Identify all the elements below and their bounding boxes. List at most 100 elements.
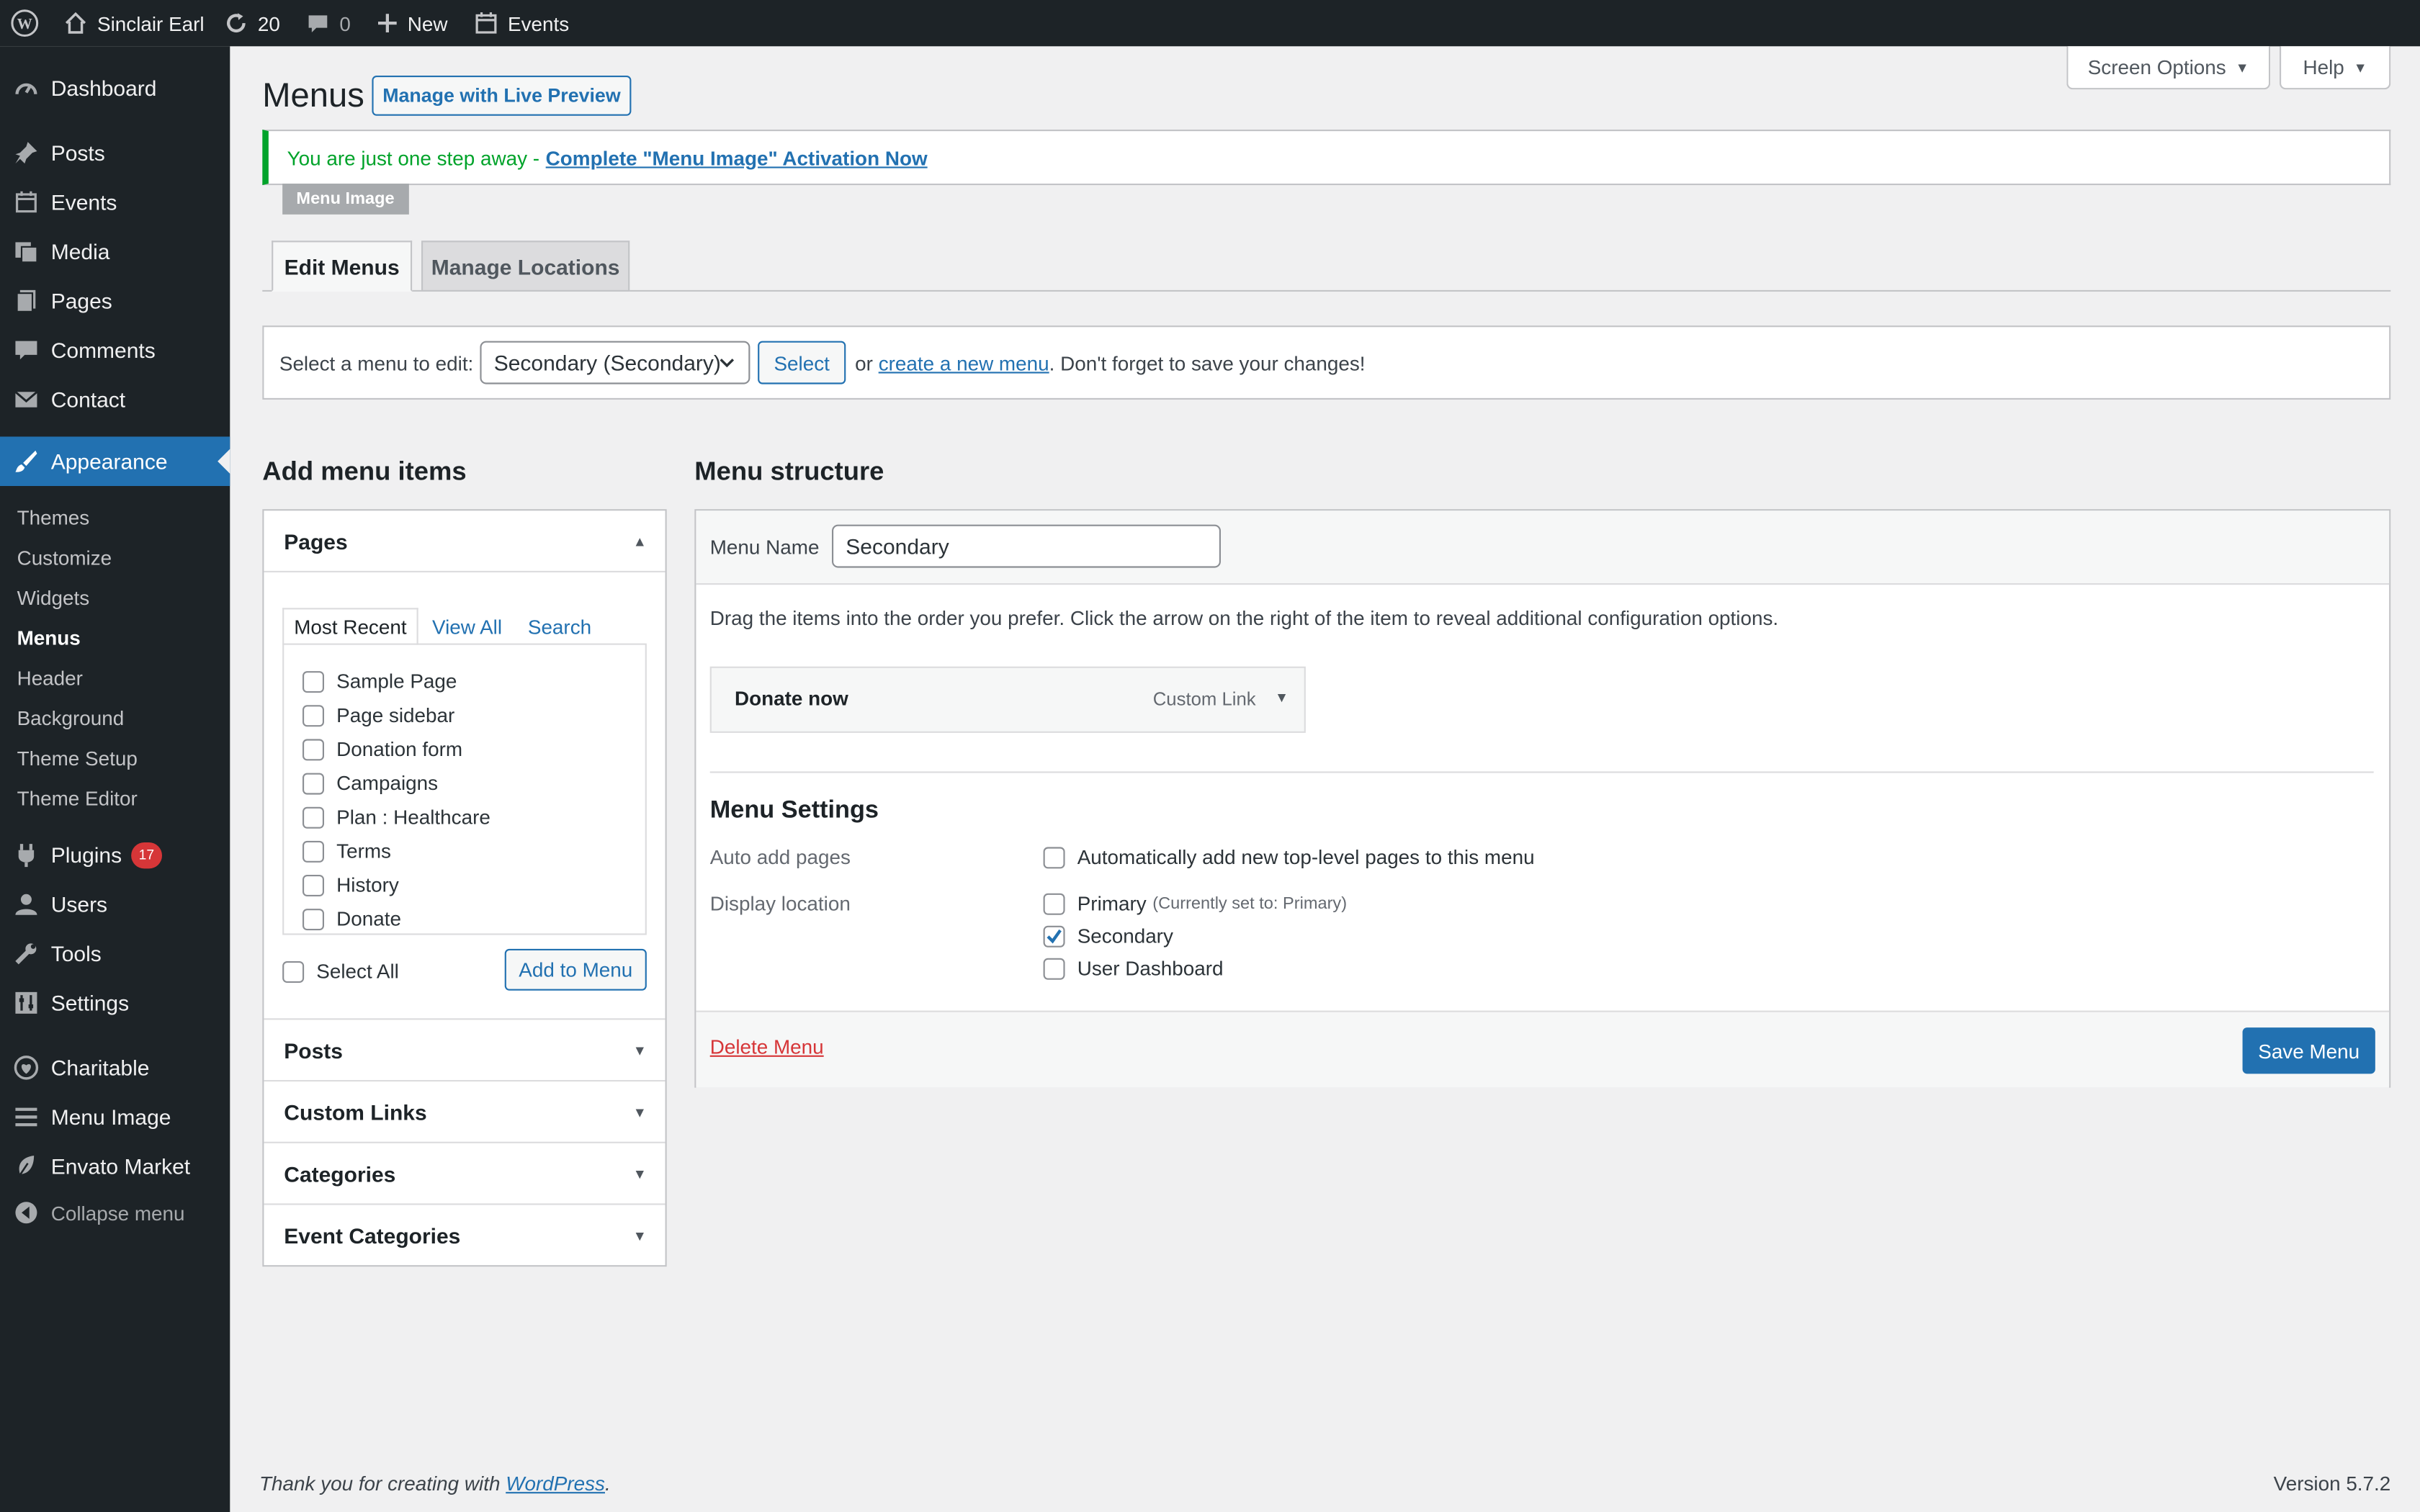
wordpress-logo-icon[interactable]: W (11, 0, 39, 46)
screen-options-button[interactable]: Screen Options ▼ (2066, 46, 2271, 90)
checkbox[interactable] (302, 704, 324, 726)
menu-lines-icon (14, 1104, 38, 1129)
submenu-background[interactable]: Background (17, 706, 125, 729)
menu-image-tag: Menu Image (282, 183, 408, 215)
caret-down-icon: ▼ (2353, 59, 2367, 75)
submenu-header[interactable]: Header (17, 667, 83, 690)
sidebar-item-label: Plugins (50, 842, 122, 868)
updates-link[interactable]: 20 (224, 0, 280, 46)
list-item[interactable]: Plan : Healthcare (302, 806, 490, 829)
comments-link[interactable]: 0 (305, 0, 351, 46)
sidebar-item-tools[interactable]: Tools (0, 929, 230, 978)
chevron-down-icon (717, 352, 736, 377)
comment-bubble-icon (305, 11, 330, 35)
subtab-search[interactable]: Search (528, 616, 591, 639)
sidebar-item-charitable[interactable]: Charitable (0, 1043, 230, 1093)
pages-checklist[interactable]: Sample Page Page sidebar Donation form C… (282, 643, 647, 935)
list-item[interactable]: Donation form (302, 737, 462, 760)
menu-select-value: Secondary (Secondary) (493, 350, 721, 375)
subtab-most-recent[interactable]: Most Recent (282, 608, 418, 645)
posts-section-header[interactable]: Posts ▼ (264, 1018, 666, 1080)
list-item[interactable]: Donate (302, 907, 401, 930)
sidebar-item-plugins[interactable]: Plugins 17 (0, 830, 230, 880)
location-label: Primary (1077, 891, 1147, 915)
checkbox[interactable] (302, 840, 324, 862)
custom-links-section-header[interactable]: Custom Links ▼ (264, 1080, 666, 1142)
menu-item-donate-now[interactable]: Donate now Custom Link ▼ (709, 666, 1306, 733)
footer-thanks-text: Thank you for creating with (259, 1472, 501, 1495)
caret-up-icon: ▲ (632, 534, 647, 549)
events-link[interactable]: Events (474, 0, 569, 46)
sidebar-item-users[interactable]: Users (0, 879, 230, 929)
checkbox[interactable] (302, 908, 324, 930)
location-checkbox-checked[interactable] (1043, 924, 1065, 947)
submenu-menus[interactable]: Menus (17, 626, 81, 649)
menu-name-input[interactable]: Secondary (832, 524, 1221, 568)
categories-section-header[interactable]: Categories ▼ (264, 1141, 666, 1204)
checkbox[interactable] (302, 772, 324, 794)
auto-add-option[interactable]: Automatically add new top-level pages to… (1043, 845, 1535, 868)
sidebar-item-settings[interactable]: Settings (0, 978, 230, 1028)
new-content-link[interactable]: New (377, 0, 447, 46)
location-secondary[interactable]: Secondary (1043, 924, 1173, 948)
sidebar-item-dashboard[interactable]: Dashboard (0, 63, 230, 113)
pages-section-header[interactable]: Pages ▲ (264, 510, 665, 572)
help-button[interactable]: Help ▼ (2280, 46, 2391, 90)
sidebar-item-comments[interactable]: Comments (0, 325, 230, 375)
sidebar-item-media[interactable]: Media (0, 227, 230, 276)
create-new-menu-link[interactable]: create a new menu (879, 352, 1049, 375)
collapse-menu-button[interactable]: Collapse menu (0, 1188, 230, 1238)
plus-icon (377, 12, 398, 34)
submenu-widgets[interactable]: Widgets (17, 586, 90, 609)
site-name-link[interactable]: Sinclair Earl (63, 0, 205, 46)
tab-edit-menus[interactable]: Edit Menus (272, 240, 413, 292)
submenu-theme-editor[interactable]: Theme Editor (17, 787, 138, 810)
auto-add-checkbox[interactable] (1043, 846, 1065, 868)
checkbox[interactable] (302, 873, 324, 896)
sidebar-item-events[interactable]: Events (0, 177, 230, 227)
subtab-view-all[interactable]: View All (432, 616, 502, 639)
caret-down-icon[interactable]: ▼ (1275, 690, 1289, 705)
select-all-label: Select All (316, 959, 399, 983)
list-item[interactable]: Campaigns (302, 771, 438, 795)
sidebar-item-envato-market[interactable]: Envato Market (0, 1142, 230, 1192)
submenu-theme-setup[interactable]: Theme Setup (17, 747, 138, 770)
caret-down-icon: ▼ (632, 1165, 647, 1182)
add-to-menu-button[interactable]: Add to Menu (504, 948, 647, 991)
menu-select-dropdown[interactable]: Secondary (Secondary) (480, 341, 750, 384)
list-item[interactable]: Sample Page (302, 670, 457, 693)
select-all-row[interactable]: Select All (282, 960, 399, 983)
caret-down-icon: ▼ (632, 1104, 647, 1120)
delete-menu-link[interactable]: Delete Menu (710, 1035, 824, 1058)
sidebar-item-menu-image[interactable]: Menu Image (0, 1092, 230, 1142)
footer-version: Version 5.7.2 (2273, 1472, 2391, 1495)
list-item[interactable]: History (302, 873, 399, 896)
wordpress-link[interactable]: WordPress (506, 1472, 605, 1495)
tab-manage-locations[interactable]: Manage Locations (421, 240, 630, 292)
footer-thanks: Thank you for creating with WordPress. (259, 1472, 611, 1495)
location-checkbox[interactable] (1043, 892, 1065, 914)
select-menu-button[interactable]: Select (758, 341, 846, 384)
live-preview-button[interactable]: Manage with Live Preview (372, 76, 632, 116)
sidebar-item-posts[interactable]: Posts (0, 128, 230, 178)
location-user-dashboard[interactable]: User Dashboard (1043, 957, 1224, 980)
refresh-icon (224, 11, 248, 35)
sidebar-item-appearance[interactable]: Appearance (0, 436, 230, 486)
submenu-customize[interactable]: Customize (17, 546, 112, 570)
list-item[interactable]: Terms (302, 840, 391, 863)
select-all-checkbox[interactable] (282, 960, 305, 982)
list-item[interactable]: Page sidebar (302, 703, 454, 726)
location-primary[interactable]: Primary (Currently set to: Primary) (1043, 891, 1347, 915)
checkbox[interactable] (302, 806, 324, 828)
checkbox[interactable] (302, 738, 324, 760)
location-checkbox[interactable] (1043, 957, 1065, 979)
sidebar-item-contact[interactable]: Contact (0, 375, 230, 425)
sidebar-item-pages[interactable]: Pages (0, 276, 230, 326)
submenu-themes[interactable]: Themes (17, 506, 90, 529)
event-categories-section-header[interactable]: Event Categories ▼ (264, 1203, 666, 1265)
save-menu-button[interactable]: Save Menu (2242, 1027, 2375, 1074)
checkbox[interactable] (302, 670, 324, 693)
help-label: Help (2303, 55, 2344, 79)
activation-link[interactable]: Complete "Menu Image" Activation Now (546, 146, 928, 169)
media-icon (14, 239, 38, 264)
